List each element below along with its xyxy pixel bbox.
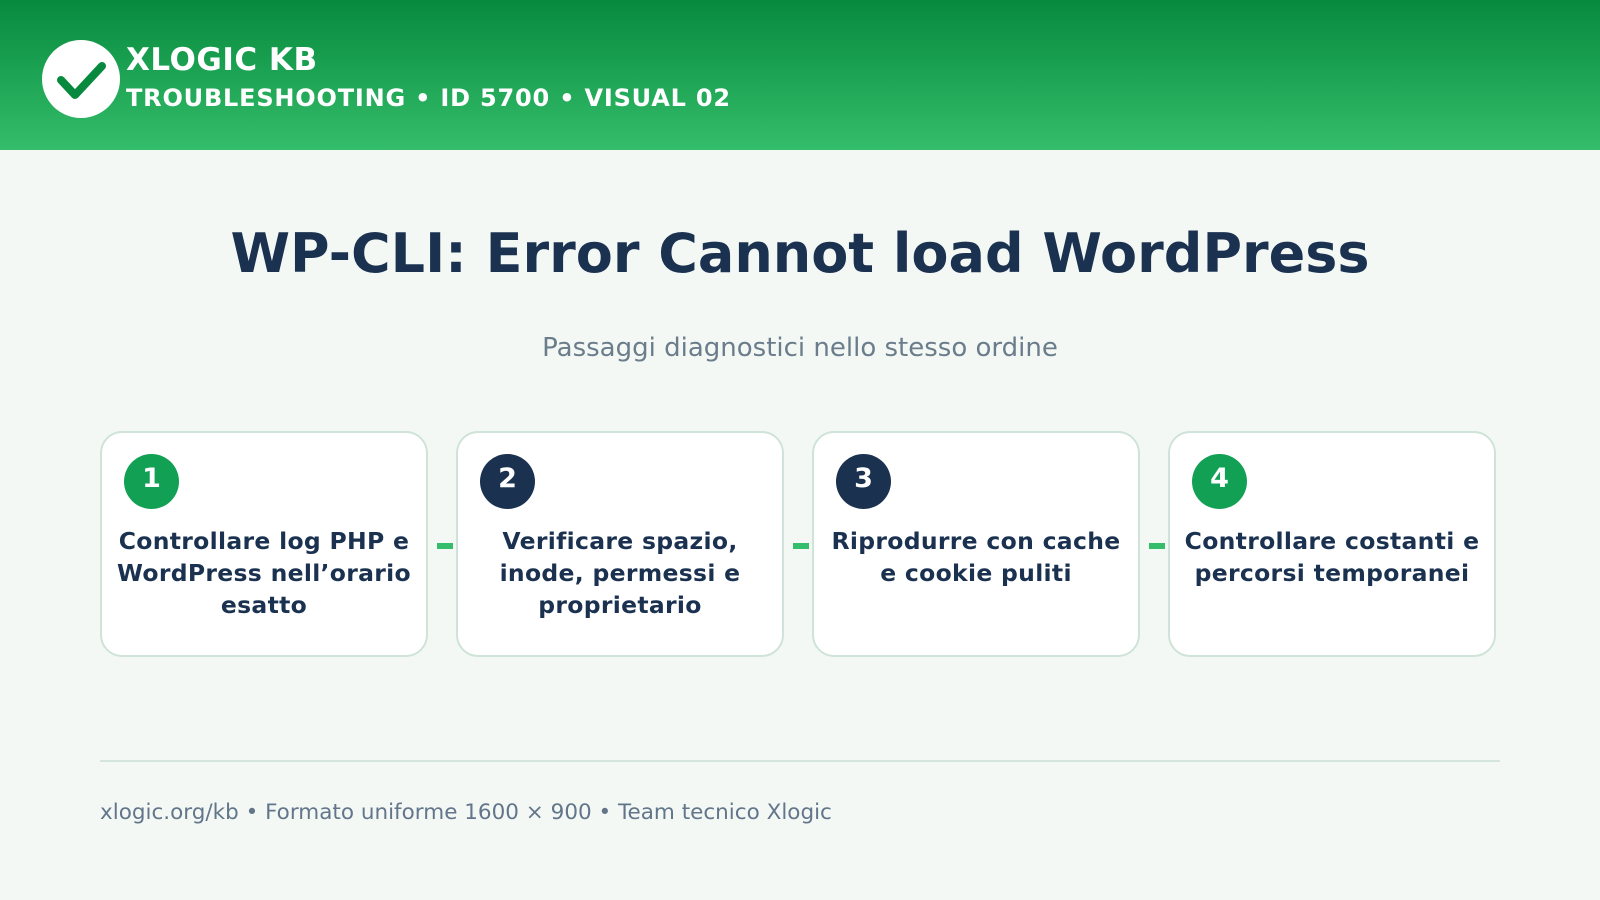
step-text: Controllare log PHP e WordPress nell’ora… [117, 527, 411, 619]
header-banner: XLOGIC KB TROUBLESHOOTING • ID 5700 • VI… [0, 0, 1600, 150]
step-card-4: 4 Controllare costanti e percorsi tempor… [1168, 431, 1496, 657]
step-text: Riprodurre con cache e cookie puliti [831, 527, 1121, 587]
step-text: Verificare spazio, inode, permessi e pro… [499, 527, 741, 619]
page-subtitle: Passaggi diagnostici nello stesso ordine [542, 333, 1058, 363]
footer-divider [100, 760, 1500, 762]
step-number-badge: 3 [836, 454, 891, 509]
step-card-1: 1 Controllare log PHP e WordPress nell’o… [100, 431, 428, 657]
step-number-badge: 2 [480, 454, 535, 509]
page-title: WP-CLI: Error Cannot load WordPress [230, 222, 1370, 285]
step-text: Controllare costanti e percorsi temporan… [1184, 527, 1480, 587]
step-number-badge: 4 [1192, 454, 1247, 509]
checkmark-icon [57, 62, 106, 99]
footer-text: xlogic.org/kb • Formato uniforme 1600 × … [100, 800, 832, 825]
step-number-badge: 1 [124, 454, 179, 509]
brand-subtitle: TROUBLESHOOTING • ID 5700 • VISUAL 02 [126, 84, 731, 112]
brand-title: XLOGIC KB [126, 42, 318, 78]
step-connector [793, 543, 809, 549]
step-card-2: 2 Verificare spazio, inode, permessi e p… [456, 431, 784, 657]
logo [42, 40, 120, 118]
step-card-3: 3 Riprodurre con cache e cookie puliti [812, 431, 1140, 657]
step-connector [1149, 543, 1165, 549]
step-connector [437, 543, 453, 549]
